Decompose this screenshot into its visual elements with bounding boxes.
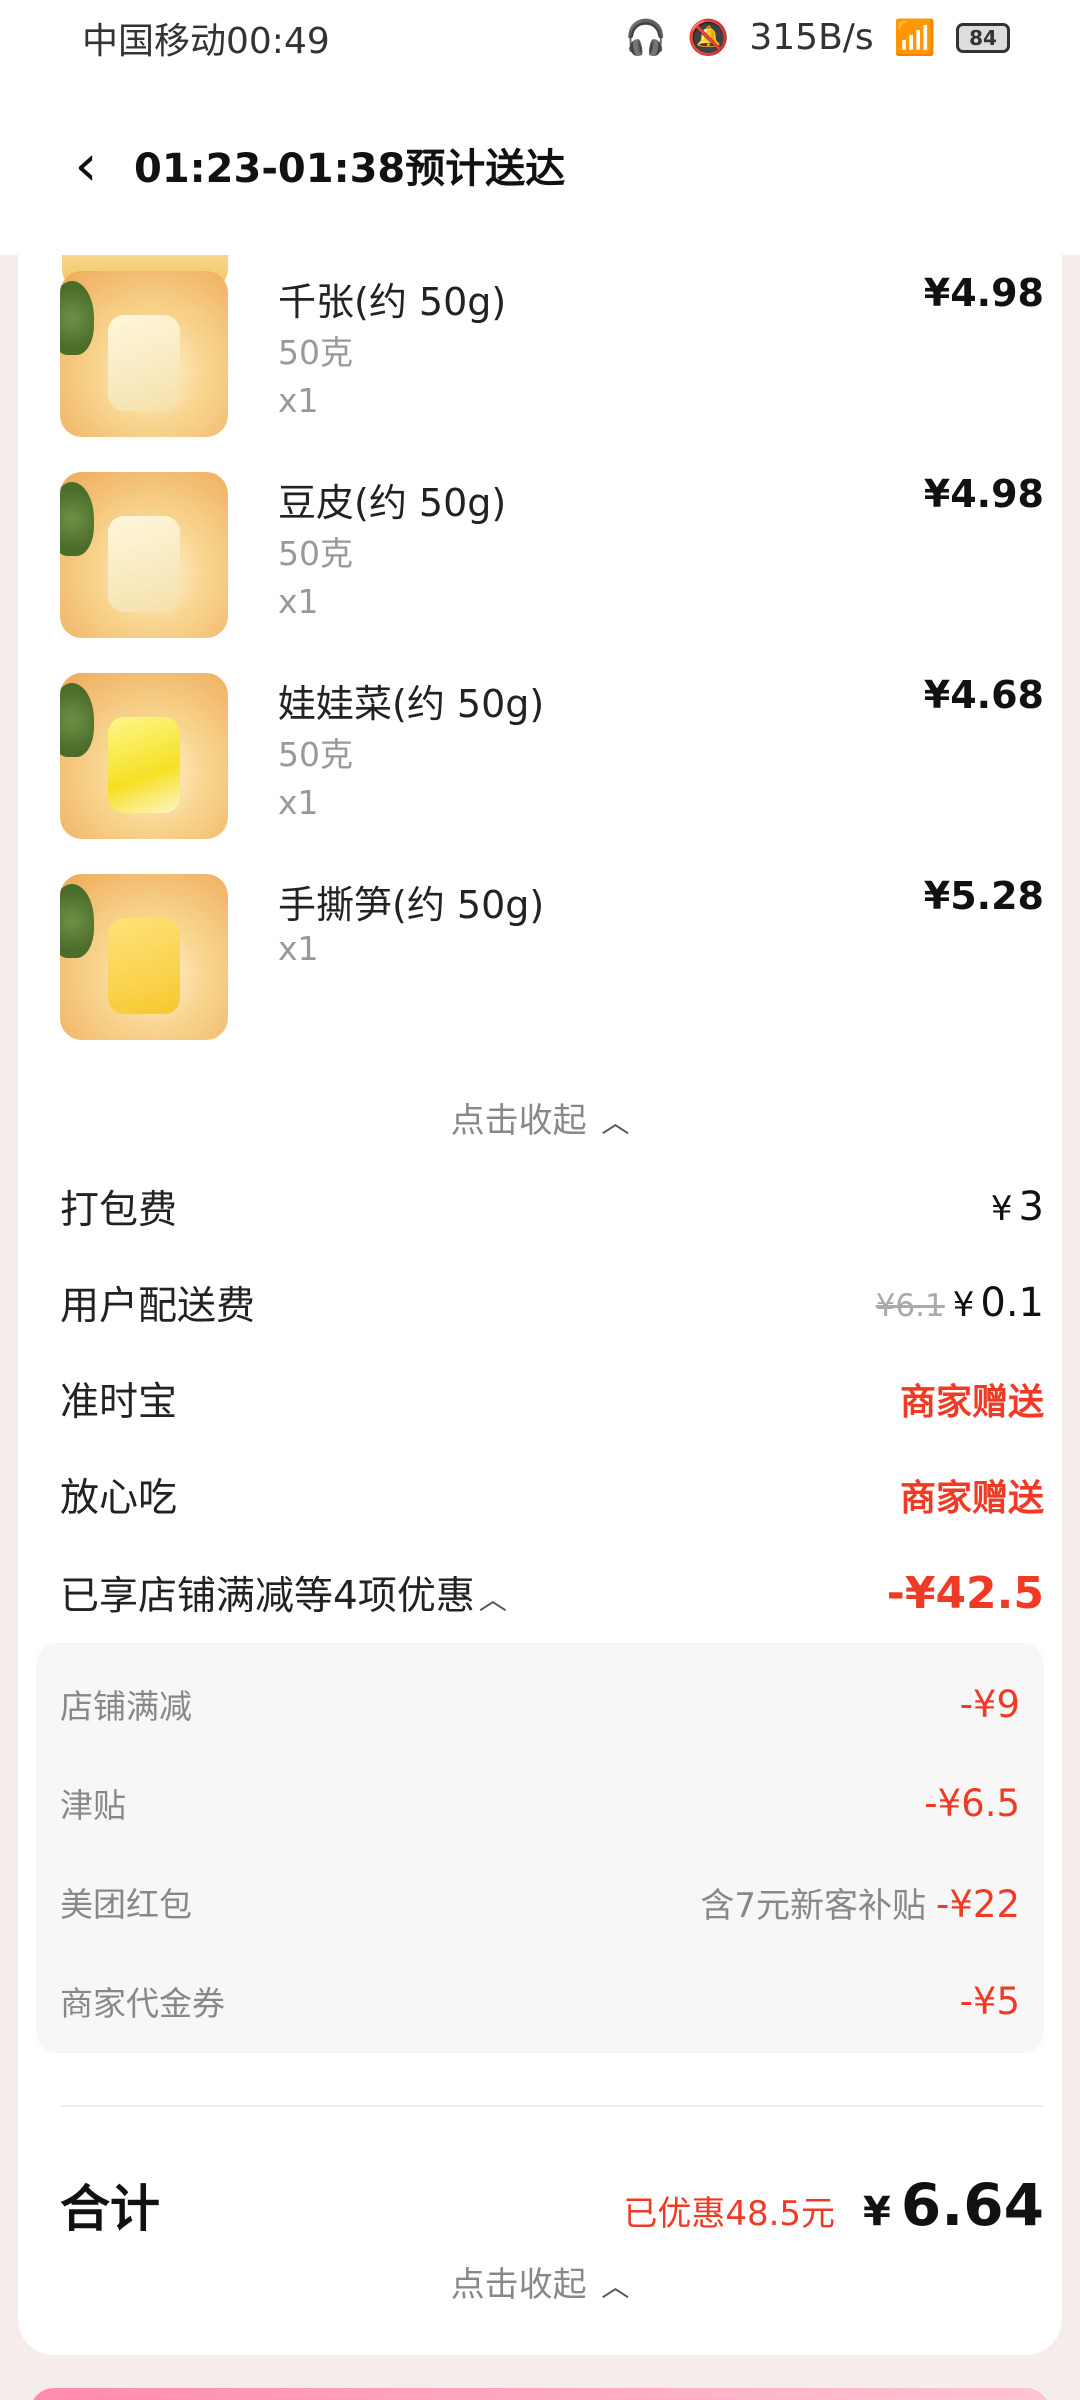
wifi-icon: 📶: [893, 17, 936, 58]
on-time-guarantee-value: 商家赠送: [899, 1382, 1044, 1423]
chevron-up-icon: ︿: [601, 2270, 630, 2303]
product-item[interactable]: 手撕笋(约 50g) x1 ¥5.28: [60, 874, 1044, 1044]
discount-value: -¥9: [959, 1682, 1020, 1726]
product-quantity: x1: [278, 929, 319, 968]
product-price: ¥4.98: [923, 472, 1044, 516]
product-name: 千张(约 50g): [278, 280, 507, 324]
next-section-peek: [30, 2388, 1050, 2400]
product-quantity: x1: [278, 582, 319, 621]
battery-level: 84: [969, 25, 997, 50]
chevron-up-icon: ︿: [601, 1106, 630, 1139]
on-time-guarantee-label: 准时宝: [60, 1380, 178, 1425]
collapse-label: 点击收起: [450, 1101, 587, 1141]
food-safety-value: 商家赠送: [899, 1478, 1044, 1519]
discount-value: -¥22: [936, 1882, 1020, 1926]
headphones-icon: 🎧: [624, 17, 668, 58]
discount-value-group: 含7元新客补贴 -¥22: [700, 1878, 1020, 1927]
discounts-total: -¥42.5: [886, 1567, 1044, 1619]
on-time-guarantee-row[interactable]: 准时宝 商家赠送: [60, 1369, 1044, 1429]
product-thumbnail: [60, 271, 228, 437]
saved-amount: 已优惠48.5元: [623, 2194, 836, 2234]
discount-value-group: -¥5: [960, 1980, 1020, 2023]
discounts-summary-label: 已享店铺满减等4项优惠 ︿: [60, 1565, 507, 1621]
product-thumbnail: [60, 874, 228, 1040]
status-icons: 🎧 🔕 315B/s 📶 84: [625, 17, 1010, 58]
delivery-fee-row: 用户配送费 ¥6.1 ¥0.1: [60, 1273, 1044, 1333]
discount-row: 店铺满减 -¥9: [60, 1679, 1020, 1729]
discount-value-group: -¥9: [960, 1683, 1020, 1726]
discount-label: 美团红包: [60, 1885, 192, 1924]
discount-label: 店铺满减: [60, 1687, 192, 1726]
discount-value-group: -¥6.5: [924, 1782, 1020, 1825]
net-speed: 315B/s: [749, 17, 874, 58]
food-safety-row[interactable]: 放心吃 商家赠送: [60, 1465, 1044, 1525]
nav-bar: ‹ 01:23-01:38预计送达: [0, 75, 1080, 255]
product-quantity: x1: [278, 381, 319, 420]
chevron-up-icon: ︿: [478, 1583, 507, 1616]
packing-fee-value: ¥3: [991, 1184, 1044, 1230]
discount-breakdown: 店铺满减 -¥9 津贴 -¥6.5 美团红包 含7元新客补贴 -¥22 商家代金券…: [36, 1643, 1044, 2053]
product-spec: 50克: [278, 534, 353, 573]
order-detail-card: 千张(约 50g) 50克 x1 ¥4.98 豆皮(约 50g) 50克 x1 …: [18, 255, 1062, 2355]
delivery-fee-amount: 0.1: [980, 1280, 1044, 1326]
carrier-time: 中国移动00:49: [82, 20, 330, 62]
product-name: 豆皮(约 50g): [278, 481, 507, 525]
currency-symbol: ¥: [952, 1285, 975, 1325]
back-button[interactable]: ‹: [56, 131, 116, 199]
total-label: 合计: [60, 2180, 160, 2238]
packing-fee-label: 打包费: [60, 1188, 178, 1233]
currency-symbol: ¥: [990, 1189, 1013, 1229]
discount-row: 美团红包 含7元新客补贴 -¥22: [60, 1877, 1020, 1927]
status-bar: 中国移动00:49 🎧 🔕 315B/s 📶 84: [0, 0, 1080, 75]
product-quantity: x1: [278, 783, 319, 822]
product-spec: 50克: [278, 333, 353, 372]
original-delivery-fee: ¥6.1: [875, 1288, 945, 1324]
bell-muted-icon: 🔕: [687, 17, 730, 58]
battery-icon: 84: [956, 22, 1010, 53]
discount-row: 商家代金券 -¥5: [60, 1976, 1020, 2026]
discount-value: -¥5: [959, 1979, 1020, 2023]
packing-fee-row: 打包费 ¥3: [60, 1177, 1044, 1237]
food-safety-label: 放心吃: [60, 1476, 178, 1521]
product-name: 娃娃菜(约 50g): [278, 682, 545, 726]
delivery-fee-value: ¥6.1 ¥0.1: [876, 1280, 1044, 1326]
order-total-row: 合计 已优惠48.5元 ¥ 6.64: [60, 2160, 1044, 2250]
discount-label: 商家代金券: [60, 1984, 225, 2023]
discount-label: 津贴: [60, 1786, 126, 1825]
product-price: ¥4.68: [923, 673, 1044, 717]
product-item[interactable]: 千张(约 50g) 50克 x1 ¥4.98: [60, 271, 1044, 441]
total-value-group: 已优惠48.5元 ¥ 6.64: [623, 2171, 1044, 2239]
product-price: ¥4.98: [923, 271, 1044, 315]
collapse-products-button[interactable]: 点击收起 ︿: [18, 1093, 1062, 1142]
discounts-summary-row[interactable]: 已享店铺满减等4项优惠 ︿ -¥42.5: [60, 1563, 1044, 1623]
collapse-label: 点击收起: [450, 2265, 587, 2305]
total-amount: 6.64: [900, 2171, 1044, 2239]
discount-note: 含7元新客补贴: [700, 1885, 927, 1926]
product-thumbnail: [60, 472, 228, 638]
discount-row: 津贴 -¥6.5: [60, 1778, 1020, 1828]
discounts-summary-text: 已享店铺满减等4项优惠: [60, 1574, 475, 1619]
product-thumbnail: [60, 673, 228, 839]
page-title: 01:23-01:38预计送达: [134, 146, 566, 192]
product-item[interactable]: 娃娃菜(约 50g) 50克 x1 ¥4.68: [60, 673, 1044, 843]
product-name: 手撕笋(约 50g): [278, 883, 545, 927]
packing-fee-amount: 3: [1018, 1184, 1044, 1230]
product-item[interactable]: 豆皮(约 50g) 50克 x1 ¥4.98: [60, 472, 1044, 642]
currency-symbol: ¥: [863, 2189, 891, 2235]
chevron-left-icon: ‹: [74, 131, 98, 199]
delivery-fee-label: 用户配送费: [60, 1284, 256, 1329]
divider: [60, 2105, 1044, 2107]
product-price: ¥5.28: [923, 874, 1044, 918]
product-spec: 50克: [278, 735, 353, 774]
discount-value: -¥6.5: [924, 1781, 1020, 1825]
collapse-details-button[interactable]: 点击收起 ︿: [18, 2257, 1062, 2306]
